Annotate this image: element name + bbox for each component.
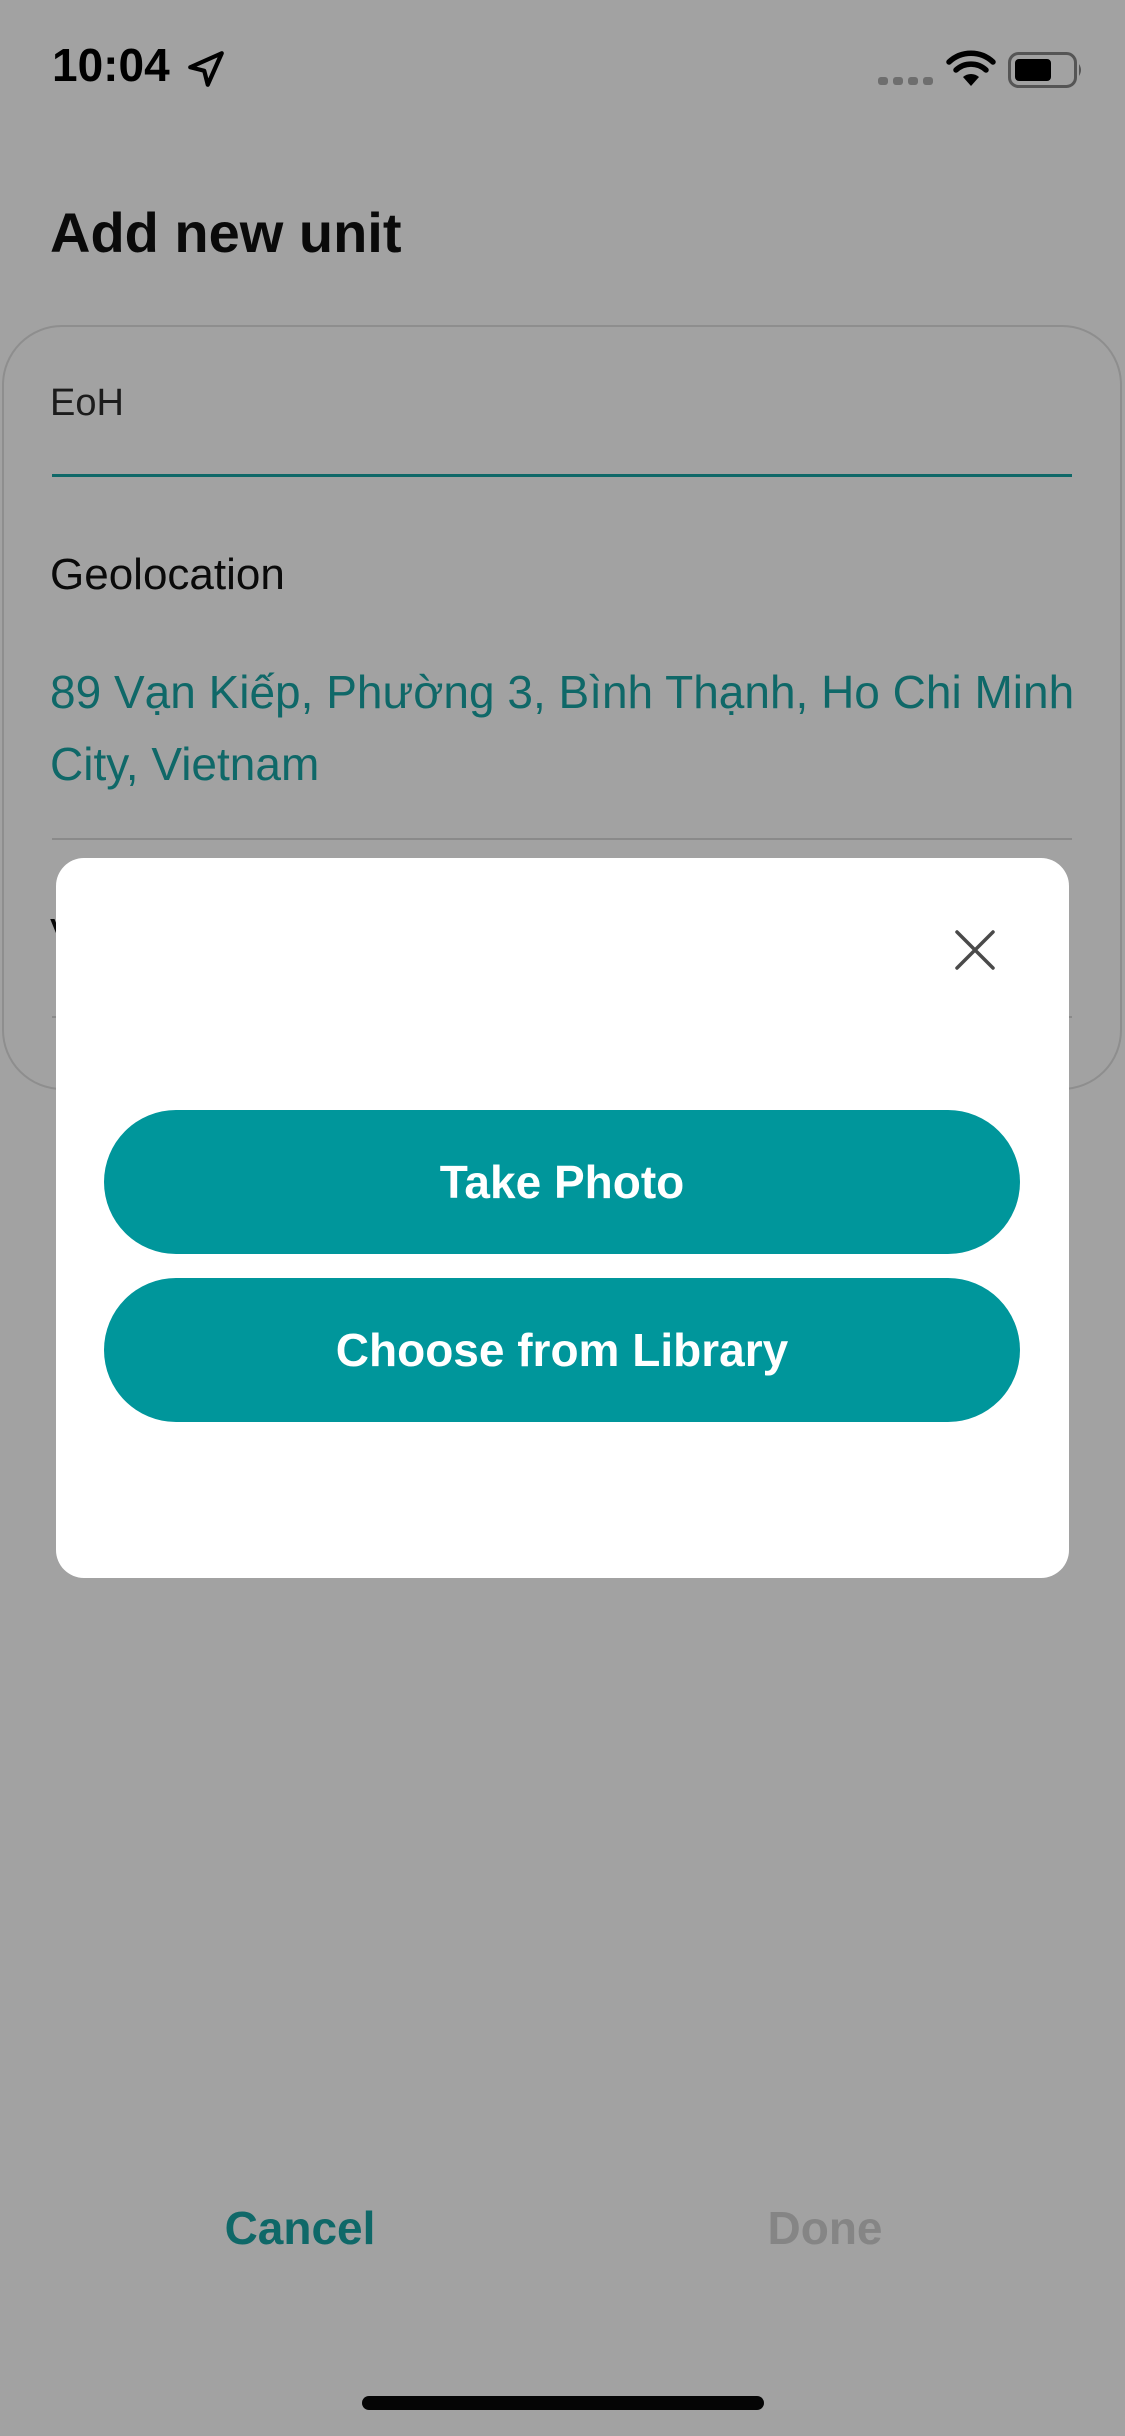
geolocation-label: Geolocation: [50, 550, 285, 599]
unit-name-field[interactable]: EoH: [50, 382, 124, 425]
geolocation-address-link[interactable]: 89 Vạn Kiếp, Phường 3, Bình Thạnh, Ho Ch…: [50, 656, 1080, 800]
done-button[interactable]: Done: [720, 2198, 930, 2258]
signal-icon: [878, 74, 934, 86]
location-arrow-icon: [185, 48, 227, 90]
wifi-icon: [946, 50, 996, 88]
take-photo-button[interactable]: Take Photo: [104, 1110, 1020, 1254]
cancel-button[interactable]: Cancel: [190, 2198, 410, 2258]
status-time: 10:04: [52, 39, 170, 91]
home-indicator: [362, 2396, 764, 2410]
unit-name-underline: [52, 474, 1072, 477]
modal-close-button[interactable]: [930, 910, 1020, 990]
close-icon: [951, 926, 999, 974]
status-bar: 10:04: [0, 0, 1125, 140]
page-title: Add new unit: [50, 201, 402, 264]
choose-from-library-button[interactable]: Choose from Library: [104, 1278, 1020, 1422]
battery-icon: [1008, 52, 1084, 88]
divider: [52, 838, 1072, 840]
